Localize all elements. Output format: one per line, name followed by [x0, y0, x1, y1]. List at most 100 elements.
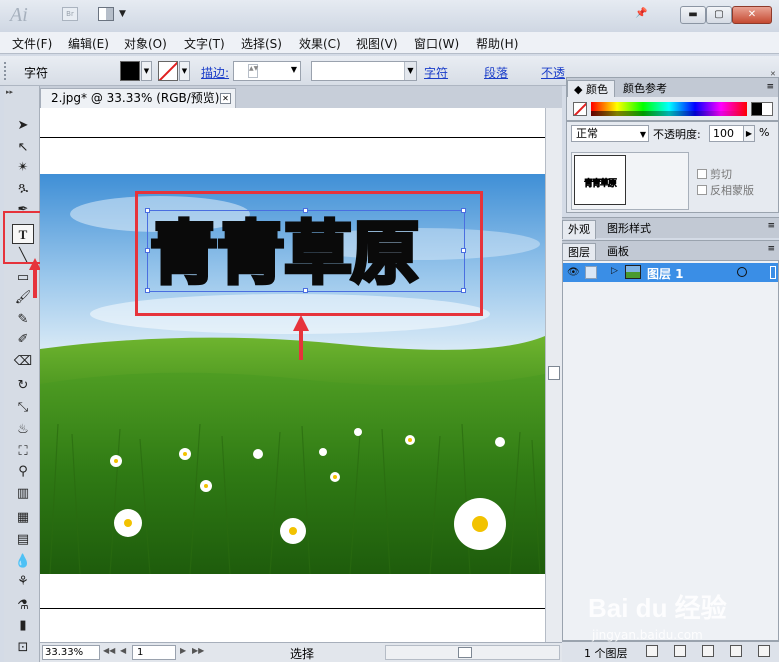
blend-mode-select[interactable]: 正常 ▼: [571, 125, 649, 142]
bridge-button[interactable]: Br: [62, 7, 78, 21]
warp-tool-icon[interactable]: ♨: [12, 420, 34, 440]
stroke-link[interactable]: 描边:: [201, 64, 229, 81]
menu-file[interactable]: 文件(F): [12, 35, 52, 52]
canvas[interactable]: [40, 108, 545, 642]
stroke-weight-field[interactable]: ▲▼ ▼: [233, 61, 301, 81]
layer-row[interactable]: 👁 ▷ 图层 1: [563, 263, 778, 282]
new-sublayer-icon[interactable]: [702, 645, 714, 657]
mesh-tool-icon[interactable]: ▦: [12, 508, 34, 528]
direct-selection-tool-icon[interactable]: ↖: [12, 138, 34, 158]
layer-name[interactable]: 图层 1: [647, 265, 684, 282]
stroke-dropdown-button[interactable]: ▼: [179, 61, 190, 81]
pin-icon[interactable]: 📌: [635, 8, 647, 19]
panel-menu-icon[interactable]: ≡: [767, 244, 775, 254]
menu-window[interactable]: 窗口(W): [414, 35, 459, 52]
drag-grip[interactable]: [4, 62, 8, 80]
fill-color-swatch[interactable]: [120, 61, 140, 81]
menu-help[interactable]: 帮助(H): [476, 35, 518, 52]
column-graph-tool-icon[interactable]: ▮: [12, 616, 34, 636]
next-page-icon[interactable]: ▶: [180, 646, 186, 655]
title-text[interactable]: 青青草原: [148, 198, 470, 297]
stroke-color-swatch[interactable]: [158, 61, 178, 81]
opacity-label: 不透明度:: [653, 128, 701, 141]
style-field[interactable]: ▼: [311, 61, 417, 81]
spinner-icon[interactable]: ▲▼: [248, 64, 258, 78]
tab-graphic-styles[interactable]: 图形样式: [602, 220, 656, 239]
horizontal-scrollbar[interactable]: [385, 645, 560, 660]
scrollbar-thumb[interactable]: [548, 366, 560, 380]
character-link[interactable]: 字符: [424, 64, 448, 81]
panel-close-icon[interactable]: ✕: [770, 70, 776, 78]
chart-tool-icon[interactable]: ▥: [12, 484, 34, 504]
free-transform-tool-icon[interactable]: ⛶: [12, 442, 34, 462]
zoom-field[interactable]: 33.33%: [42, 645, 100, 660]
opacity-input[interactable]: 100: [709, 125, 745, 142]
minimize-button[interactable]: ▬: [680, 6, 706, 24]
document-tab[interactable]: 2.jpg* @ 33.33% (RGB/预览) ✕: [40, 88, 236, 108]
opacity-link[interactable]: 不透: [541, 64, 565, 81]
eyedropper-tool-icon[interactable]: 💧: [12, 552, 34, 572]
menu-effect[interactable]: 效果(C): [299, 35, 341, 52]
black-white-swatch[interactable]: [751, 102, 773, 116]
pencil-tool-icon[interactable]: ✎: [12, 310, 34, 330]
menu-select[interactable]: 选择(S): [241, 35, 282, 52]
up-arrow-icon: [293, 315, 309, 360]
close-icon[interactable]: ✕: [220, 93, 231, 104]
collapse-icon[interactable]: ▸▸: [6, 88, 13, 96]
lasso-tool-icon[interactable]: ጿ: [12, 178, 34, 198]
scale-tool-icon[interactable]: ⤡: [12, 398, 34, 418]
trash-icon[interactable]: [758, 645, 770, 657]
eye-icon[interactable]: 👁: [567, 267, 580, 278]
tab-appearance[interactable]: 外观: [562, 220, 596, 239]
status-tool-label[interactable]: 选择: [290, 645, 314, 662]
gradient-tool-icon[interactable]: ▤: [12, 530, 34, 550]
previous-page-icon[interactable]: ◀: [120, 646, 126, 655]
new-layer-icon[interactable]: [730, 645, 742, 657]
selection-indicator[interactable]: [770, 266, 776, 279]
layers-tab-bar: 图层 画板 ≡: [562, 240, 779, 262]
color-spectrum[interactable]: [591, 102, 747, 116]
blob-brush-tool-icon[interactable]: ✐: [12, 330, 34, 350]
arrange-documents-button[interactable]: ▼: [98, 7, 128, 23]
panel-menu-icon[interactable]: ≡: [766, 82, 774, 92]
blend-tool-icon[interactable]: ⚘: [12, 572, 34, 592]
symbol-sprayer-tool-icon[interactable]: ⚗: [12, 596, 34, 616]
eraser-tool-icon[interactable]: ⌫: [12, 352, 34, 372]
close-button[interactable]: ✕: [732, 6, 772, 24]
panel-menu-icon[interactable]: ≡: [767, 221, 775, 231]
page-field[interactable]: 1: [132, 645, 176, 660]
selection-tool-icon[interactable]: ➤: [12, 116, 34, 136]
chevron-down-icon[interactable]: ▼: [404, 62, 416, 80]
target-icon[interactable]: [737, 267, 747, 277]
none-color-swatch[interactable]: [573, 102, 587, 116]
make-clipping-mask-icon[interactable]: [674, 645, 686, 657]
chevron-down-icon[interactable]: ▼: [291, 65, 297, 74]
status-bar: 33.33% ◀◀ ◀ 1 ▶ ▶▶ 选择: [40, 642, 562, 662]
rotate-tool-icon[interactable]: ↻: [12, 376, 34, 396]
opacity-dropdown-button[interactable]: ▶: [743, 125, 755, 142]
menu-view[interactable]: 视图(V): [356, 35, 398, 52]
invert-mask-checkbox[interactable]: 反相蒙版: [697, 182, 754, 198]
magic-wand-tool-icon[interactable]: ✴: [12, 158, 34, 178]
artboard-tool-icon[interactable]: ⊡: [12, 638, 34, 658]
tab-color[interactable]: ◆ 颜色: [567, 80, 615, 97]
scrollbar-thumb[interactable]: [458, 647, 472, 658]
tab-color-guide[interactable]: 颜色参考: [617, 80, 673, 97]
paragraph-link[interactable]: 段落: [484, 64, 508, 81]
fill-dropdown-button[interactable]: ▼: [141, 61, 152, 81]
clip-checkbox[interactable]: 剪切: [697, 166, 732, 182]
lock-toggle[interactable]: [585, 266, 597, 279]
maximize-button[interactable]: ▢: [706, 6, 732, 24]
menu-object[interactable]: 对象(O): [124, 35, 167, 52]
locate-object-icon[interactable]: [646, 645, 658, 657]
first-page-icon[interactable]: ◀◀: [103, 646, 115, 655]
vertical-scrollbar[interactable]: [545, 108, 562, 642]
app-logo: Ai: [10, 4, 28, 26]
shape-builder-tool-icon[interactable]: ⚲: [12, 462, 34, 482]
menu-type[interactable]: 文字(T): [184, 35, 225, 52]
artboard-edge: [40, 137, 545, 138]
menu-edit[interactable]: 编辑(E): [68, 35, 109, 52]
object-thumbnail[interactable]: 青青草原: [574, 155, 626, 205]
last-page-icon[interactable]: ▶▶: [192, 646, 204, 655]
expand-arrow-icon[interactable]: ▷: [611, 266, 618, 276]
